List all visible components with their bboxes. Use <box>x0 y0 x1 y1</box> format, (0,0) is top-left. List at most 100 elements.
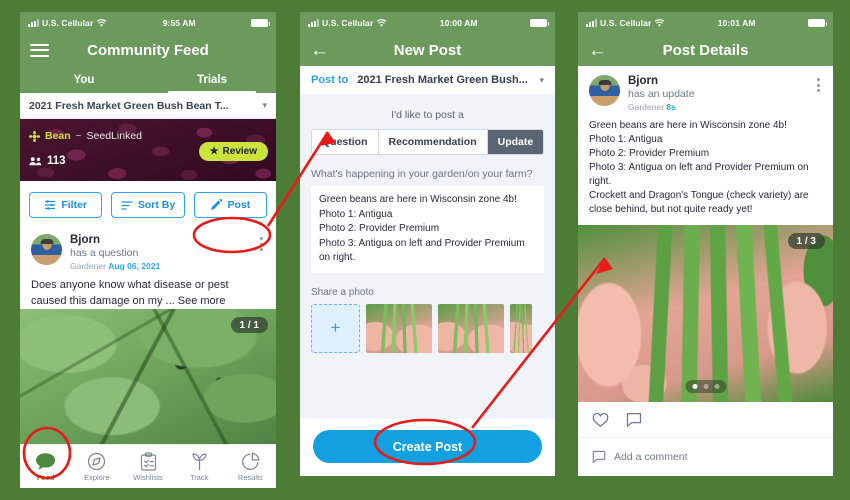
status-bar-2: U.S. Cellular 10:00 AM <box>300 12 555 34</box>
trial-selector[interactable]: 2021 Fresh Market Green Bush Bean T... ▾ <box>20 93 276 119</box>
sort-by-label: Sort By <box>137 199 176 211</box>
nav-label-wishlists: Wishlists <box>133 472 163 482</box>
add-comment-row[interactable]: Add a comment <box>578 438 833 476</box>
phone-screen-post-details: U.S. Cellular 10:01 AM ← Post Details Bj… <box>578 12 833 476</box>
photo-thumbnail-1[interactable] <box>366 303 432 353</box>
post-button[interactable]: Post <box>193 192 267 218</box>
post-photo-carousel[interactable]: 1 / 3 <box>578 225 833 402</box>
filter-sliders-icon <box>45 200 56 210</box>
banner-crop-label: Bean <box>45 130 71 142</box>
feed-action-row: Filter Sort By Post <box>20 181 276 228</box>
chat-bubble-icon <box>36 452 56 469</box>
comment-outline-icon[interactable] <box>626 412 642 428</box>
post-label: Post <box>227 199 251 211</box>
post-role: Gardener <box>70 261 106 271</box>
nav-item-results[interactable]: Results <box>225 445 276 488</box>
avatar <box>589 75 620 106</box>
add-photo-button[interactable]: + <box>311 303 360 353</box>
participant-count: 113 <box>47 155 66 167</box>
post-details-body: Bjorn has an update Gardener 8s Green be… <box>578 66 833 476</box>
post-subtitle: has a question <box>70 247 139 259</box>
compass-icon <box>88 452 106 470</box>
post-body: Does anyone know what disease or pest ca… <box>31 279 229 307</box>
post-type-update[interactable]: Update <box>487 130 543 154</box>
status-bar-3: U.S. Cellular 10:01 AM <box>578 12 833 34</box>
carrier-label: U.S. Cellular <box>600 18 652 28</box>
battery-icon <box>251 18 270 28</box>
post-author: Bjorn <box>628 75 659 87</box>
people-icon <box>29 157 42 166</box>
filter-button[interactable]: Filter <box>29 192 103 218</box>
sort-by-button[interactable]: Sort By <box>111 192 185 218</box>
clock-label: 10:00 AM <box>439 18 478 28</box>
signal-bars-icon <box>308 19 319 27</box>
app-header-3: ← Post Details <box>578 34 833 66</box>
post-type-recommendation[interactable]: Recommendation <box>379 130 488 154</box>
phone-screen-new-post: U.S. Cellular 10:00 AM ← New Post Post t… <box>300 12 555 476</box>
signal-bars-icon <box>28 19 39 27</box>
sprout-icon <box>29 130 40 142</box>
carousel-dots[interactable] <box>685 380 726 393</box>
photo-counter: 1 / 3 <box>787 233 825 249</box>
nav-item-explore[interactable]: Explore <box>71 445 122 488</box>
new-post-body: I'd like to post a Question Recommendati… <box>300 94 555 476</box>
photo-counter: 1 / 1 <box>230 317 268 334</box>
nav-label-feed: Feed <box>36 472 55 482</box>
post-type-question[interactable]: Question <box>312 130 379 154</box>
nav-item-wishlists[interactable]: Wishlists <box>122 445 173 488</box>
carrier-label: U.S. Cellular <box>42 18 94 28</box>
clock-label: 10:01 AM <box>717 18 756 28</box>
post-to-label: Post to <box>311 74 349 86</box>
page-title: Post Details <box>662 41 749 59</box>
nav-item-track[interactable]: Track <box>174 445 225 488</box>
trial-banner: Bean ~ SeedLinked 113 ★ Review <box>20 119 276 181</box>
nav-label-track: Track <box>189 472 209 482</box>
app-header-2: ← New Post <box>300 34 555 66</box>
add-comment-placeholder: Add a comment <box>614 451 688 463</box>
tab-you[interactable]: You <box>20 66 148 93</box>
photo-thumbnail-strip: + <box>300 303 555 353</box>
bottom-navigation: Feed Explore Wishlists Track Results <box>20 444 276 488</box>
page-title: New Post <box>393 41 462 59</box>
feed-post-card[interactable]: Bjorn has a question Gardener Aug 06, 20… <box>20 228 276 310</box>
phone-screen-community-feed: U.S. Cellular 9:55 AM Community Feed You… <box>20 12 276 488</box>
composer-input[interactable]: Green beans are here in Wisconsin zone 4… <box>311 186 544 273</box>
detail-post-card: Bjorn has an update Gardener 8s Green be… <box>578 66 833 225</box>
review-button[interactable]: ★ Review <box>198 142 268 161</box>
battery-icon <box>530 18 549 28</box>
battery-icon <box>808 18 827 28</box>
hamburger-menu-icon[interactable] <box>30 43 49 57</box>
page-title: Community Feed <box>87 41 209 59</box>
kebab-menu-icon[interactable] <box>815 75 822 95</box>
clipboard-check-icon <box>140 451 156 471</box>
sort-lines-icon <box>121 200 133 210</box>
pie-chart-icon <box>242 452 260 470</box>
post-to-row[interactable]: Post to 2021 Fresh Market Green Bush... … <box>300 66 555 94</box>
post-date: Aug 06, 2021 <box>108 261 161 271</box>
back-arrow-icon[interactable]: ← <box>588 41 607 60</box>
feed-tabs: You Trials <box>20 66 276 93</box>
post-body: Green beans are here in Wisconsin zone 4… <box>589 120 809 215</box>
post-subtitle: has an update <box>628 88 695 100</box>
photo-thumbnail-3[interactable] <box>510 303 532 353</box>
reaction-row <box>578 402 833 438</box>
post-timestamp: 8s <box>666 102 676 112</box>
pencil-icon <box>211 199 223 210</box>
post-photo[interactable]: 1 / 1 <box>20 309 276 444</box>
wifi-icon <box>97 18 107 27</box>
post-role: Gardener <box>628 102 664 112</box>
filter-label: Filter <box>61 199 87 211</box>
create-post-button[interactable]: Create Post <box>313 430 542 463</box>
heart-outline-icon[interactable] <box>592 412 609 428</box>
wifi-icon <box>377 18 387 27</box>
photo-thumbnail-2[interactable] <box>438 303 504 353</box>
back-arrow-icon[interactable]: ← <box>310 41 329 60</box>
signal-bars-icon <box>586 19 597 27</box>
trial-selector-value: 2021 Fresh Market Green Bush Bean T... <box>29 99 229 112</box>
star-icon: ★ <box>209 146 219 157</box>
banner-separator: ~ <box>75 130 82 142</box>
nav-item-feed[interactable]: Feed <box>20 445 71 488</box>
kebab-menu-icon[interactable] <box>258 234 265 254</box>
tab-trials[interactable]: Trials <box>148 66 276 93</box>
share-photo-label: Share a photo <box>311 286 374 298</box>
